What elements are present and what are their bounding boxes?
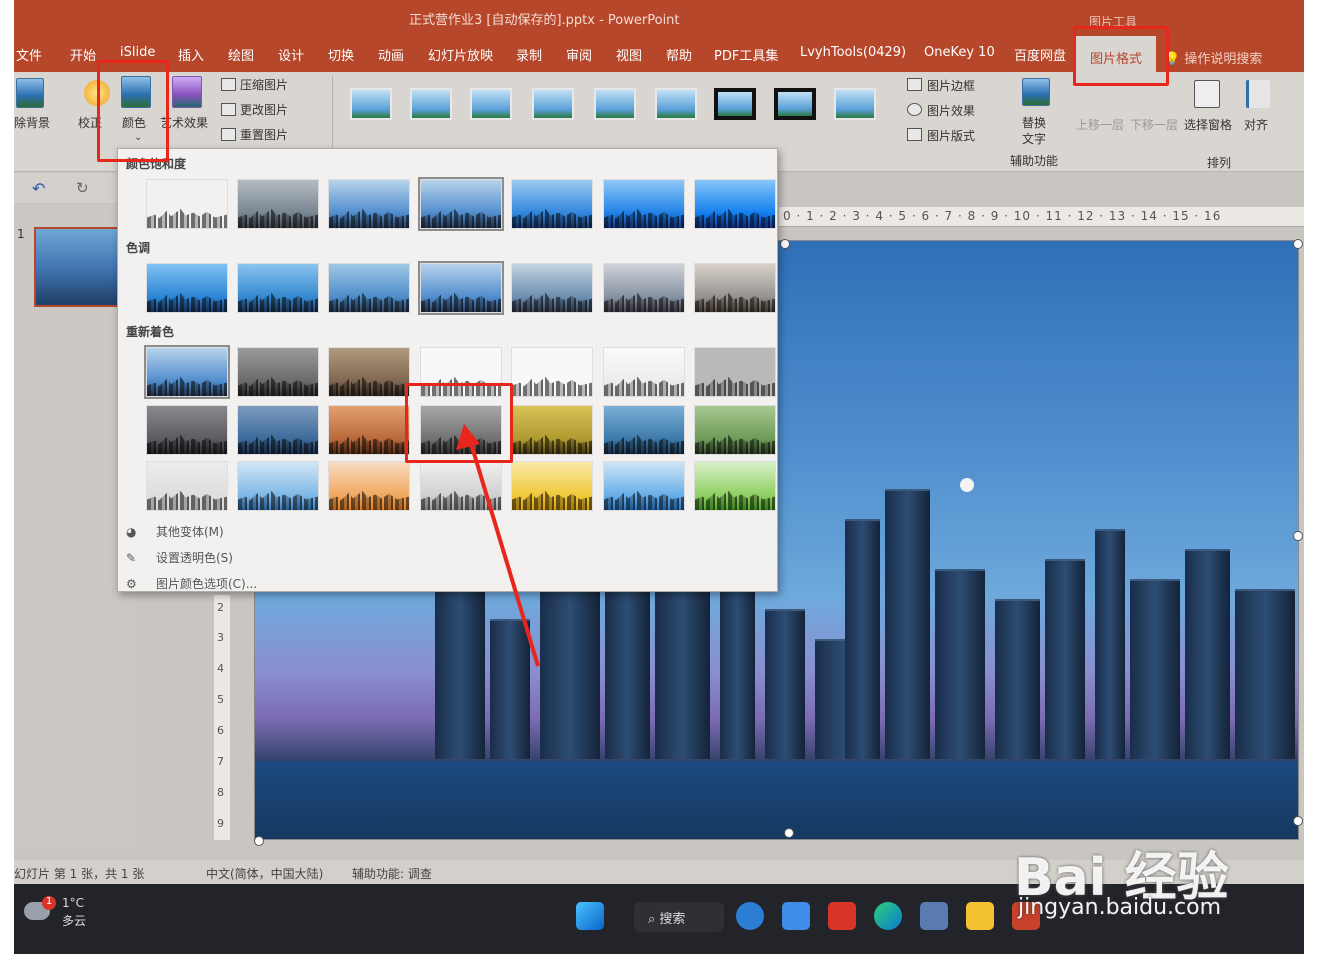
weather-badge: 1 [42, 896, 56, 910]
slide-info: 幻灯片 第 1 张，共 1 张 [14, 867, 145, 881]
accessibility-status[interactable]: 辅助功能: 调查 [352, 865, 432, 882]
app-icon[interactable] [920, 902, 948, 930]
wps-icon[interactable] [828, 902, 856, 930]
screen: 正式营作业3 [自动保存的].pptx - PowerPoint 图片工具 文件… [14, 0, 1304, 954]
language-status[interactable]: 中文(简体，中国大陆) [206, 865, 323, 882]
edge-icon[interactable] [874, 902, 902, 930]
taskbar-search-label: 搜索 [659, 912, 686, 927]
annotation-arrow [456, 424, 540, 667]
app-icon[interactable] [782, 902, 810, 930]
folder-icon[interactable] [966, 902, 994, 930]
arrow-head [456, 424, 480, 450]
watermark-url: jingyan.baidu.com [1018, 895, 1222, 920]
weather-desc: 多云 [62, 914, 87, 928]
start-icon[interactable] [576, 902, 604, 930]
weather-temp: 1°C [62, 896, 85, 910]
arrow-shaft [468, 439, 540, 667]
app-icon[interactable] [736, 902, 764, 930]
search-icon: ⌕ [648, 912, 660, 927]
taskbar-search[interactable]: ⌕ 搜索 [634, 902, 724, 932]
baidu-watermark: Bai 经验 jingyan.baidu.com [1014, 815, 1274, 925]
